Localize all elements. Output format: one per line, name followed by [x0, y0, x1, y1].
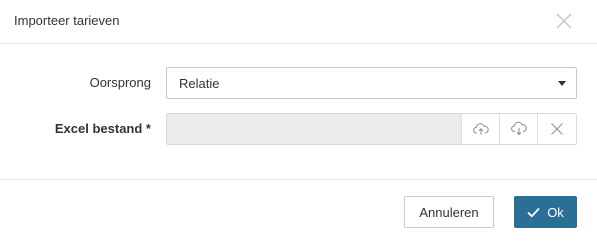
excel-file-row: Excel bestand *: [0, 113, 597, 145]
origin-row: Oorsprong Relatie: [0, 67, 597, 99]
origin-select-value: Relatie: [179, 76, 220, 91]
origin-select[interactable]: Relatie: [166, 67, 577, 99]
dialog-header: Importeer tarieven: [0, 0, 597, 44]
cancel-button[interactable]: Annuleren: [404, 196, 494, 228]
excel-file-group: [166, 113, 577, 145]
clear-file-button[interactable]: [537, 114, 576, 144]
import-rates-dialog: Importeer tarieven Oorsprong Relatie Exc…: [0, 0, 597, 243]
close-icon: [556, 13, 572, 29]
ok-button-label: Ok: [547, 204, 564, 220]
ok-button[interactable]: Ok: [514, 196, 577, 228]
upload-button[interactable]: [461, 114, 499, 144]
dialog-close-button[interactable]: [555, 12, 573, 30]
origin-label: Oorsprong: [89, 75, 151, 90]
chevron-down-icon: [558, 81, 566, 86]
checkmark-icon: [527, 207, 540, 217]
excel-file-input[interactable]: [167, 114, 461, 144]
dialog-footer: Annuleren Ok: [0, 179, 597, 243]
dialog-body: Oorsprong Relatie Excel bestand *: [0, 45, 597, 179]
dialog-title: Importeer tarieven: [14, 13, 120, 28]
download-button[interactable]: [499, 114, 537, 144]
cloud-upload-icon: [472, 123, 489, 135]
cancel-button-label: Annuleren: [419, 204, 479, 220]
excel-file-label: Excel bestand *: [54, 121, 151, 136]
cloud-download-icon: [510, 121, 527, 136]
close-icon: [551, 123, 563, 135]
